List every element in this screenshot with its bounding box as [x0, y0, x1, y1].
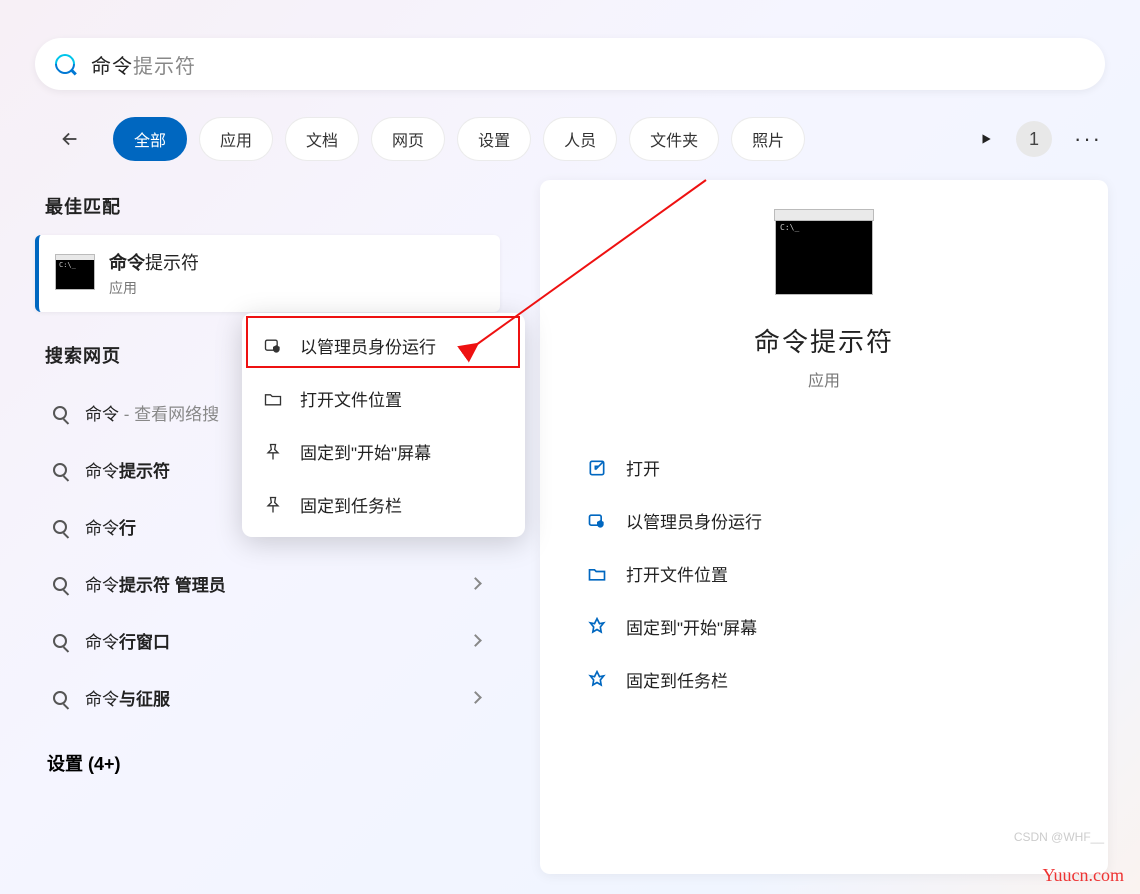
cmd-icon [55, 258, 95, 290]
result-title: 命令提示符 [109, 249, 199, 275]
action-file-location[interactable]: 打开文件位置 [580, 547, 1068, 600]
search-icon [53, 463, 67, 477]
settings-section[interactable]: 设置 (4+) [47, 750, 500, 776]
open-icon [586, 457, 608, 479]
filter-docs[interactable]: 文档 [285, 117, 359, 161]
search-input-text: 命令提示符 [91, 50, 196, 79]
preview-subtitle: 应用 [580, 367, 1068, 391]
search-icon [53, 577, 67, 591]
ctx-pin-taskbar[interactable]: 固定到任务栏 [248, 478, 519, 531]
pin-icon [262, 494, 284, 516]
shield-icon [262, 335, 284, 357]
action-pin-taskbar[interactable]: 固定到任务栏 [580, 653, 1068, 706]
filter-folders[interactable]: 文件夹 [629, 117, 719, 161]
search-icon [53, 634, 67, 648]
action-open[interactable]: 打开 [580, 441, 1068, 494]
filter-people[interactable]: 人员 [543, 117, 617, 161]
search-typed: 命令 [91, 56, 133, 78]
play-icon[interactable] [970, 123, 1002, 155]
web-item-3[interactable]: 命令提示符 管理员 [35, 555, 500, 612]
ctx-run-admin[interactable]: 以管理员身份运行 [248, 319, 519, 372]
ctx-pin-start[interactable]: 固定到"开始"屏幕 [248, 425, 519, 478]
pin-icon [586, 669, 608, 691]
filter-all[interactable]: 全部 [113, 117, 187, 161]
filter-web[interactable]: 网页 [371, 117, 445, 161]
preview-thumbnail [776, 220, 872, 294]
pin-icon [586, 616, 608, 638]
filter-photos[interactable]: 照片 [731, 117, 805, 161]
best-match-title: 最佳匹配 [45, 193, 500, 219]
pin-icon [262, 441, 284, 463]
search-completion: 提示符 [133, 56, 196, 78]
back-button[interactable] [55, 124, 85, 154]
watermark-csdn: CSDN @WHF__ [1014, 830, 1104, 844]
folder-icon [262, 388, 284, 410]
watermark: Yuucn.com [1043, 865, 1124, 886]
more-button[interactable]: ··· [1066, 126, 1110, 152]
search-icon [53, 691, 67, 705]
action-pin-start[interactable]: 固定到"开始"屏幕 [580, 600, 1068, 653]
ctx-file-location[interactable]: 打开文件位置 [248, 372, 519, 425]
context-menu: 以管理员身份运行 打开文件位置 固定到"开始"屏幕 固定到任务栏 [242, 313, 525, 537]
search-bar[interactable]: 命令提示符 [35, 38, 1105, 90]
preview-title: 命令提示符 [580, 322, 1068, 359]
shield-icon [586, 510, 608, 532]
filter-apps[interactable]: 应用 [199, 117, 273, 161]
action-run-admin[interactable]: 以管理员身份运行 [580, 494, 1068, 547]
preview-panel: 命令提示符 应用 打开 以管理员身份运行 打开文件位置 固定到"开始"屏幕 [540, 180, 1108, 874]
chevron-right-icon [469, 577, 482, 590]
result-subtitle: 应用 [109, 278, 199, 298]
web-item-4[interactable]: 命令行窗口 [35, 612, 500, 669]
best-match-result[interactable]: 命令提示符 应用 [35, 235, 500, 312]
chevron-right-icon [469, 634, 482, 647]
search-icon [53, 406, 67, 420]
folder-icon [586, 563, 608, 585]
search-icon [51, 50, 79, 78]
filter-settings[interactable]: 设置 [457, 117, 531, 161]
filter-row: 全部 应用 文档 网页 设置 人员 文件夹 照片 1 ··· [55, 117, 1110, 161]
search-icon [53, 520, 67, 534]
action-list: 打开 以管理员身份运行 打开文件位置 固定到"开始"屏幕 固定到任务栏 [580, 441, 1068, 706]
web-item-5[interactable]: 命令与征服 [35, 669, 500, 726]
chevron-right-icon [469, 691, 482, 704]
count-badge[interactable]: 1 [1016, 121, 1052, 157]
